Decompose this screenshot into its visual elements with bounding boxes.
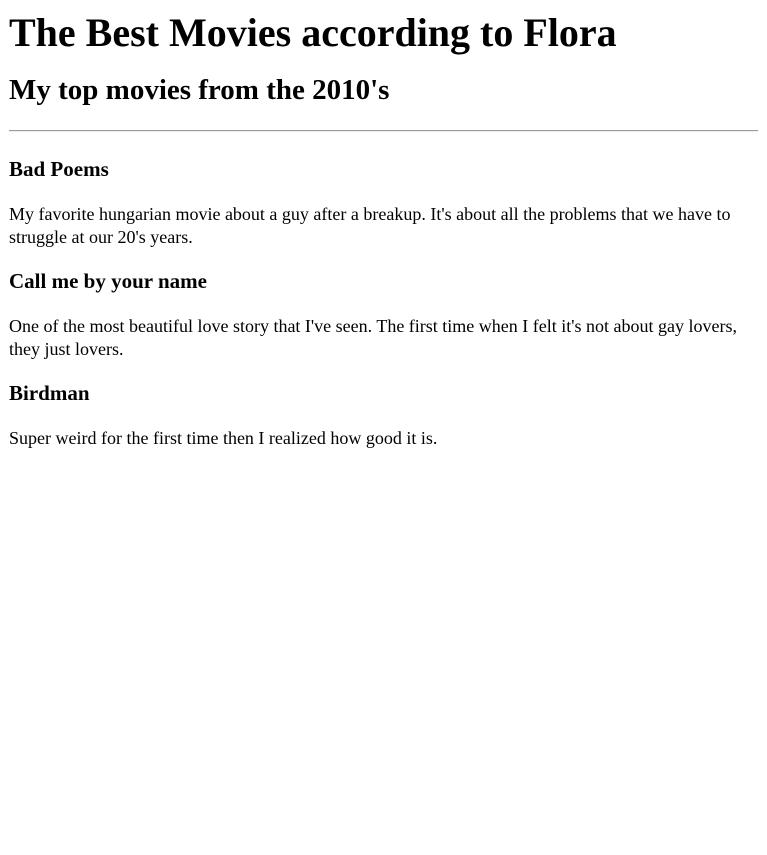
movie-description: One of the most beautiful love story tha… <box>9 316 737 359</box>
movie-item-birdman: Birdman Super weird for the first time t… <box>9 380 758 450</box>
movie-description: Super weird for the first time then I re… <box>9 428 438 448</box>
movie-title: Call me by your name <box>9 269 207 293</box>
movie-item-bad-poems: Bad Poems My favorite hungarian movie ab… <box>9 156 758 249</box>
divider <box>9 130 758 132</box>
movie-description: My favorite hungarian movie about a guy … <box>9 204 731 247</box>
page-content: The Best Movies according to Flora My to… <box>9 10 758 450</box>
page-title: The Best Movies according to Flora <box>9 10 617 55</box>
movie-title: Birdman <box>9 381 90 405</box>
movie-list: Bad Poems My favorite hungarian movie ab… <box>9 156 758 450</box>
movie-item-call-me-by-your-name: Call me by your name One of the most bea… <box>9 268 758 361</box>
movie-title: Bad Poems <box>9 157 109 181</box>
page-subtitle: My top movies from the 2010's <box>9 74 390 106</box>
